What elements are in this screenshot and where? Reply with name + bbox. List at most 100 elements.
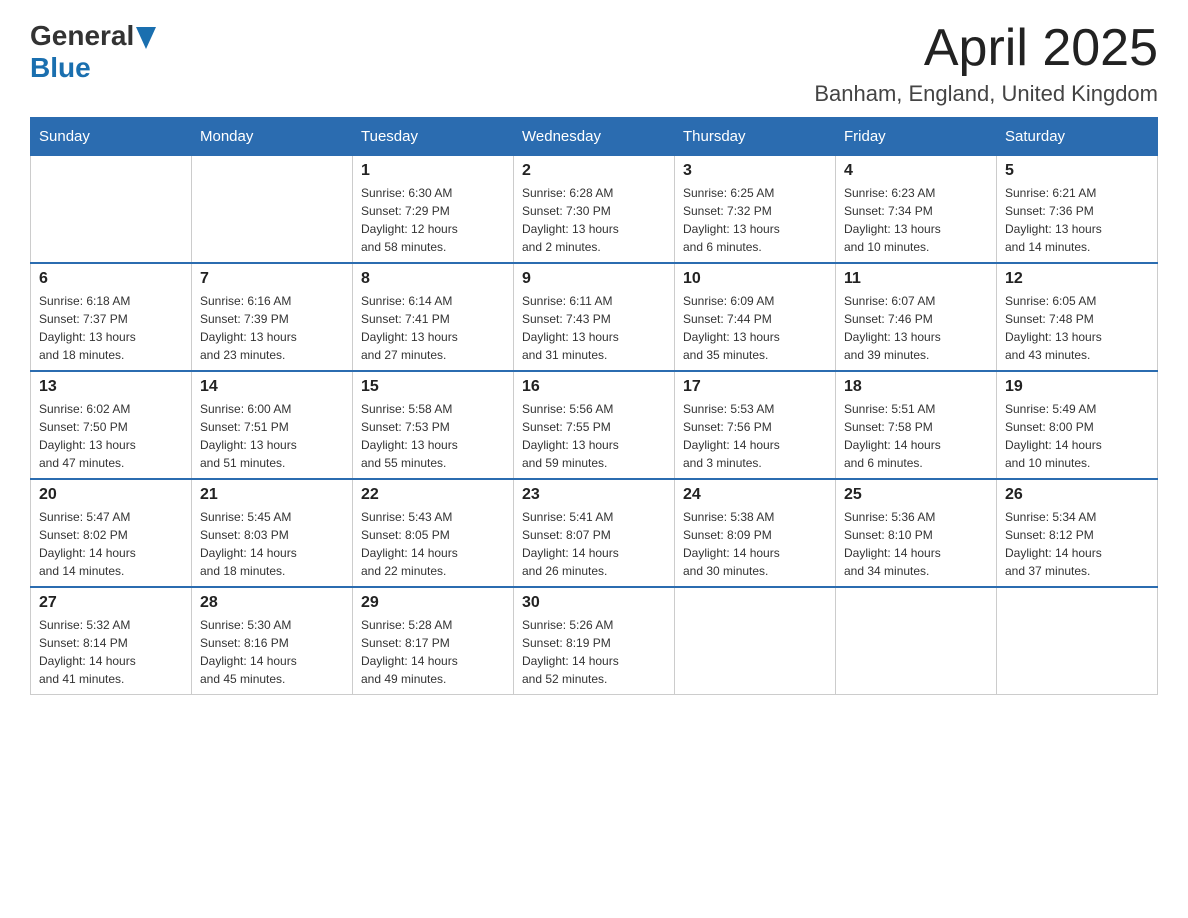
day-number: 12 (1005, 270, 1149, 288)
column-header-thursday: Thursday (675, 118, 836, 156)
calendar-header-row: SundayMondayTuesdayWednesdayThursdayFrid… (31, 118, 1158, 156)
calendar-cell: 13Sunrise: 6:02 AM Sunset: 7:50 PM Dayli… (31, 371, 192, 479)
day-number: 15 (361, 378, 505, 396)
day-info: Sunrise: 5:47 AM Sunset: 8:02 PM Dayligh… (39, 508, 183, 580)
calendar-cell: 5 Sunrise: 6:21 AM Sunset: 7:36 PM Daylig… (997, 156, 1158, 264)
day-info: Sunrise: 5:43 AM Sunset: 8:05 PM Dayligh… (361, 508, 505, 580)
day-info: Sunrise: 5:53 AM Sunset: 7:56 PM Dayligh… (683, 400, 827, 472)
day-number: 3 (683, 162, 827, 180)
calendar-week-row: 27Sunrise: 5:32 AM Sunset: 8:14 PM Dayli… (31, 587, 1158, 695)
calendar-cell: 12 Sunrise: 6:05 AM Sunset: 7:48 PM Dayli… (997, 263, 1158, 371)
calendar-cell: 15Sunrise: 5:58 AM Sunset: 7:53 PM Dayli… (353, 371, 514, 479)
calendar-cell: 16 Sunrise: 5:56 AM Sunset: 7:55 PM Dayli… (514, 371, 675, 479)
calendar-cell: 1 Sunrise: 6:30 AM Sunset: 7:29 PM Daylig… (353, 156, 514, 264)
calendar-cell: 6 Sunrise: 6:18 AM Sunset: 7:37 PM Daylig… (31, 263, 192, 371)
day-number: 18 (844, 378, 988, 396)
day-info: Sunrise: 5:49 AM Sunset: 8:00 PM Dayligh… (1005, 400, 1149, 472)
day-number: 19 (1005, 378, 1149, 396)
column-header-monday: Monday (192, 118, 353, 156)
calendar-cell: 17 Sunrise: 5:53 AM Sunset: 7:56 PM Dayli… (675, 371, 836, 479)
calendar-cell: 26 Sunrise: 5:34 AM Sunset: 8:12 PM Dayli… (997, 479, 1158, 587)
day-number: 1 (361, 162, 505, 180)
calendar-cell: 23 Sunrise: 5:41 AM Sunset: 8:07 PM Dayli… (514, 479, 675, 587)
logo: General Blue (30, 20, 156, 84)
calendar-table: SundayMondayTuesdayWednesdayThursdayFrid… (30, 117, 1158, 695)
calendar-cell: 18 Sunrise: 5:51 AM Sunset: 7:58 PM Dayli… (836, 371, 997, 479)
day-info: Sunrise: 5:56 AM Sunset: 7:55 PM Dayligh… (522, 400, 666, 472)
day-info: Sunrise: 6:21 AM Sunset: 7:36 PM Dayligh… (1005, 184, 1149, 256)
title-section: April 2025 Banham, England, United Kingd… (814, 20, 1158, 107)
calendar-cell: 22 Sunrise: 5:43 AM Sunset: 8:05 PM Dayli… (353, 479, 514, 587)
day-number: 9 (522, 270, 666, 288)
day-info: Sunrise: 5:41 AM Sunset: 8:07 PM Dayligh… (522, 508, 666, 580)
calendar-cell: 4 Sunrise: 6:23 AM Sunset: 7:34 PM Daylig… (836, 156, 997, 264)
day-number: 28 (200, 594, 344, 612)
day-info: Sunrise: 6:30 AM Sunset: 7:29 PM Dayligh… (361, 184, 505, 256)
calendar-cell (675, 587, 836, 695)
day-number: 17 (683, 378, 827, 396)
calendar-cell: 8 Sunrise: 6:14 AM Sunset: 7:41 PM Daylig… (353, 263, 514, 371)
day-number: 6 (39, 270, 183, 288)
calendar-cell: 21Sunrise: 5:45 AM Sunset: 8:03 PM Dayli… (192, 479, 353, 587)
day-info: Sunrise: 6:05 AM Sunset: 7:48 PM Dayligh… (1005, 292, 1149, 364)
day-number: 10 (683, 270, 827, 288)
day-info: Sunrise: 6:09 AM Sunset: 7:44 PM Dayligh… (683, 292, 827, 364)
day-number: 14 (200, 378, 344, 396)
day-number: 8 (361, 270, 505, 288)
calendar-cell: 9 Sunrise: 6:11 AM Sunset: 7:43 PM Daylig… (514, 263, 675, 371)
logo-general: General (30, 20, 134, 52)
page-header: General Blue April 2025 Banham, England,… (30, 20, 1158, 107)
day-info: Sunrise: 5:51 AM Sunset: 7:58 PM Dayligh… (844, 400, 988, 472)
calendar-subtitle: Banham, England, United Kingdom (814, 81, 1158, 107)
calendar-week-row: 13Sunrise: 6:02 AM Sunset: 7:50 PM Dayli… (31, 371, 1158, 479)
calendar-cell (836, 587, 997, 695)
day-info: Sunrise: 5:38 AM Sunset: 8:09 PM Dayligh… (683, 508, 827, 580)
day-number: 11 (844, 270, 988, 288)
day-info: Sunrise: 6:11 AM Sunset: 7:43 PM Dayligh… (522, 292, 666, 364)
day-info: Sunrise: 6:23 AM Sunset: 7:34 PM Dayligh… (844, 184, 988, 256)
day-number: 13 (39, 378, 183, 396)
day-number: 5 (1005, 162, 1149, 180)
day-number: 22 (361, 486, 505, 504)
day-info: Sunrise: 5:26 AM Sunset: 8:19 PM Dayligh… (522, 616, 666, 688)
day-number: 26 (1005, 486, 1149, 504)
day-info: Sunrise: 6:00 AM Sunset: 7:51 PM Dayligh… (200, 400, 344, 472)
day-number: 30 (522, 594, 666, 612)
day-number: 20 (39, 486, 183, 504)
calendar-cell: 7 Sunrise: 6:16 AM Sunset: 7:39 PM Daylig… (192, 263, 353, 371)
day-info: Sunrise: 5:45 AM Sunset: 8:03 PM Dayligh… (200, 508, 344, 580)
logo-triangle-icon (136, 27, 156, 49)
calendar-cell: 27Sunrise: 5:32 AM Sunset: 8:14 PM Dayli… (31, 587, 192, 695)
calendar-cell: 20 Sunrise: 5:47 AM Sunset: 8:02 PM Dayli… (31, 479, 192, 587)
calendar-cell: 30 Sunrise: 5:26 AM Sunset: 8:19 PM Dayli… (514, 587, 675, 695)
calendar-cell: 3 Sunrise: 6:25 AM Sunset: 7:32 PM Daylig… (675, 156, 836, 264)
day-number: 23 (522, 486, 666, 504)
column-header-saturday: Saturday (997, 118, 1158, 156)
day-number: 27 (39, 594, 183, 612)
calendar-cell: 10 Sunrise: 6:09 AM Sunset: 7:44 PM Dayli… (675, 263, 836, 371)
day-info: Sunrise: 6:25 AM Sunset: 7:32 PM Dayligh… (683, 184, 827, 256)
day-info: Sunrise: 5:34 AM Sunset: 8:12 PM Dayligh… (1005, 508, 1149, 580)
day-number: 7 (200, 270, 344, 288)
calendar-cell: 24Sunrise: 5:38 AM Sunset: 8:09 PM Dayli… (675, 479, 836, 587)
day-number: 29 (361, 594, 505, 612)
calendar-cell: 28 Sunrise: 5:30 AM Sunset: 8:16 PM Dayli… (192, 587, 353, 695)
column-header-sunday: Sunday (31, 118, 192, 156)
day-number: 25 (844, 486, 988, 504)
day-info: Sunrise: 6:16 AM Sunset: 7:39 PM Dayligh… (200, 292, 344, 364)
day-info: Sunrise: 5:30 AM Sunset: 8:16 PM Dayligh… (200, 616, 344, 688)
column-header-wednesday: Wednesday (514, 118, 675, 156)
day-info: Sunrise: 5:36 AM Sunset: 8:10 PM Dayligh… (844, 508, 988, 580)
day-info: Sunrise: 5:28 AM Sunset: 8:17 PM Dayligh… (361, 616, 505, 688)
calendar-cell: 29 Sunrise: 5:28 AM Sunset: 8:17 PM Dayli… (353, 587, 514, 695)
calendar-week-row: 1 Sunrise: 6:30 AM Sunset: 7:29 PM Daylig… (31, 156, 1158, 264)
day-info: Sunrise: 6:18 AM Sunset: 7:37 PM Dayligh… (39, 292, 183, 364)
column-header-friday: Friday (836, 118, 997, 156)
day-info: Sunrise: 6:07 AM Sunset: 7:46 PM Dayligh… (844, 292, 988, 364)
day-number: 2 (522, 162, 666, 180)
calendar-week-row: 6 Sunrise: 6:18 AM Sunset: 7:37 PM Daylig… (31, 263, 1158, 371)
day-info: Sunrise: 6:14 AM Sunset: 7:41 PM Dayligh… (361, 292, 505, 364)
day-number: 4 (844, 162, 988, 180)
calendar-week-row: 20 Sunrise: 5:47 AM Sunset: 8:02 PM Dayli… (31, 479, 1158, 587)
day-number: 16 (522, 378, 666, 396)
